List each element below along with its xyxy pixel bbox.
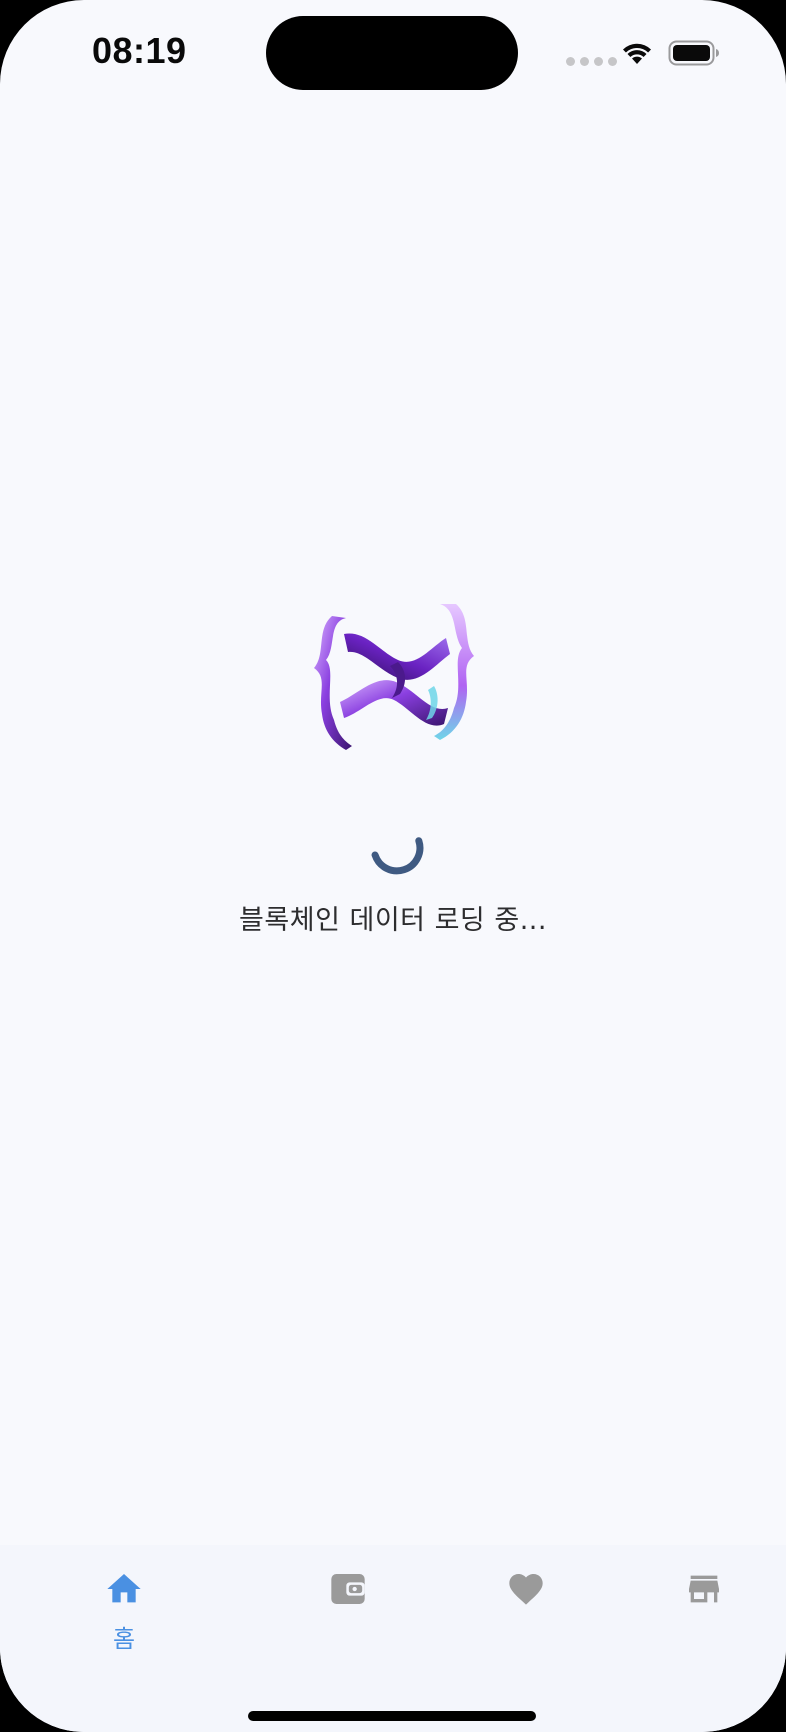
tab-home[interactable]: 홈 xyxy=(64,1545,184,1665)
tab-store[interactable] xyxy=(644,1545,764,1665)
store-icon xyxy=(689,1575,719,1603)
tab-home-label: 홈 xyxy=(112,1625,136,1653)
loading-message: 블록체인 데이터 로딩 중... xyxy=(239,905,547,936)
tab-wallet[interactable] xyxy=(288,1545,408,1665)
loading-spinner xyxy=(371,837,424,875)
home-indicator[interactable] xyxy=(248,1711,536,1721)
heart-icon xyxy=(509,1574,543,1605)
bottom-tab-bar: 홈 xyxy=(0,1545,786,1732)
app-screen: 08:19 블록체인 데이터 로딩 중... 홈 xyxy=(0,0,786,1732)
tab-favorites[interactable] xyxy=(466,1545,586,1665)
app-logo xyxy=(314,604,474,750)
dynamic-island xyxy=(266,16,518,90)
battery-icon xyxy=(668,40,719,66)
status-time: 08:19 xyxy=(92,30,187,71)
wifi-icon xyxy=(623,43,651,64)
wallet-icon xyxy=(331,1574,365,1604)
status-bar: 08:19 xyxy=(0,0,786,110)
cellular-signal-icon xyxy=(566,57,617,66)
home-icon xyxy=(107,1574,141,1603)
